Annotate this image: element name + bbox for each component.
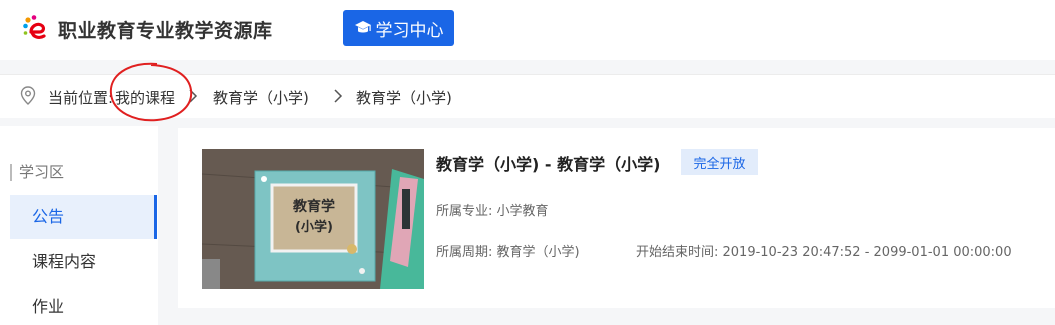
breadcrumb-item-current: 教育学（小学) (356, 89, 452, 107)
red-highlight-circle (109, 62, 193, 122)
chevron-right-icon (334, 89, 343, 103)
graduation-cap-icon (354, 21, 371, 33)
sidebar-item-course-content[interactable]: 课程内容 (10, 240, 157, 284)
course-major: 所属专业: 小学教育 (436, 204, 549, 219)
sidebar-item-announcement[interactable]: 公告 (10, 195, 157, 239)
breadcrumb-item-course[interactable]: 教育学（小学) (213, 87, 309, 108)
study-center-button[interactable]: 学习中心 (343, 10, 454, 46)
sidebar: 学习区 公告 课程内容 作业 (0, 126, 158, 325)
site-title[interactable]: 职业教育专业教学资源库 (58, 16, 273, 43)
thumbnail-text-line1: 教育学 (293, 198, 335, 215)
course-title[interactable]: 教育学（小学) - 教育学（小学) (436, 151, 660, 175)
sidebar-section-title: 学习区 (10, 164, 64, 181)
course-card: 教育学 (小学) 教育学（小学) - 教育学（小学) 完全开放 所属专业: 小学… (178, 128, 1055, 308)
map-pin-icon (20, 86, 36, 105)
top-header: 职业教育专业教学资源库 学习中心 (0, 0, 1055, 60)
colorful-e-logo-icon[interactable] (22, 14, 52, 44)
open-status-badge: 完全开放 (681, 149, 758, 175)
breadcrumb-prefix: 当前位置: (48, 89, 114, 107)
course-period: 所属周期: 教育学（小学) (436, 245, 580, 260)
course-thumbnail[interactable]: 教育学 (小学) (202, 149, 424, 289)
thumbnail-text-line2: (小学) (295, 219, 333, 235)
study-center-label: 学习中心 (375, 20, 444, 41)
sidebar-item-homework[interactable]: 作业 (10, 285, 157, 325)
course-time-range: 开始结束时间: 2019-10-23 20:47:52 - 2099-01-01… (636, 245, 1012, 260)
